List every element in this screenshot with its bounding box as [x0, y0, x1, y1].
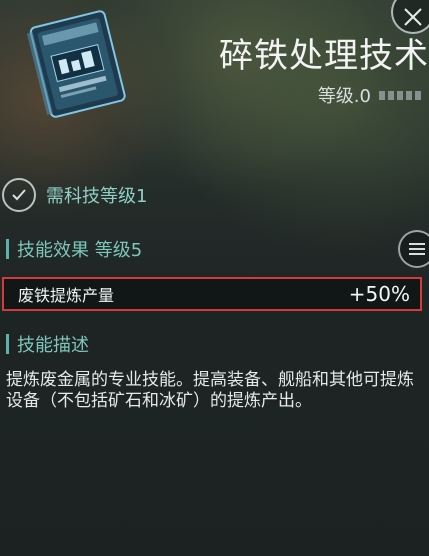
requirement-text: 需科技等级1: [46, 186, 148, 207]
level-pips: [379, 90, 421, 100]
level-pip: [397, 90, 403, 100]
close-icon: [404, 8, 422, 26]
effect-label: 废铁提炼产量: [18, 286, 115, 305]
effects-section-header: 技能效果 等级5: [6, 236, 142, 262]
section-bar: [6, 334, 9, 354]
effects-header-text: 技能效果 等级5: [17, 240, 143, 261]
menu-button[interactable]: [398, 230, 429, 268]
check-icon: [2, 178, 36, 212]
description-section-header: 技能描述: [6, 331, 89, 357]
effect-value: +50%: [348, 282, 410, 306]
level-label: 等级.0: [317, 86, 371, 107]
requirement-row: 需科技等级1: [2, 178, 147, 212]
section-bar: [6, 239, 9, 259]
skill-title: 碎铁处理技术: [219, 36, 429, 76]
skill-level: 等级.0: [318, 82, 421, 108]
level-pip: [415, 90, 421, 100]
effect-row-scrap-yield: 废铁提炼产量 +50%: [2, 277, 422, 311]
menu-icon-line: [409, 253, 425, 255]
menu-icon-line: [409, 248, 425, 250]
skill-description: 提炼废金属的专业技能。提高装备、舰船和其他可提炼设备（不包括矿石和冰矿）的提炼产…: [6, 370, 414, 411]
level-pip: [406, 90, 412, 100]
skill-module-icon: [18, 10, 138, 120]
level-pip: [379, 90, 385, 100]
level-pip: [388, 90, 394, 100]
description-header-text: 技能描述: [17, 335, 89, 356]
menu-icon: [409, 243, 425, 245]
